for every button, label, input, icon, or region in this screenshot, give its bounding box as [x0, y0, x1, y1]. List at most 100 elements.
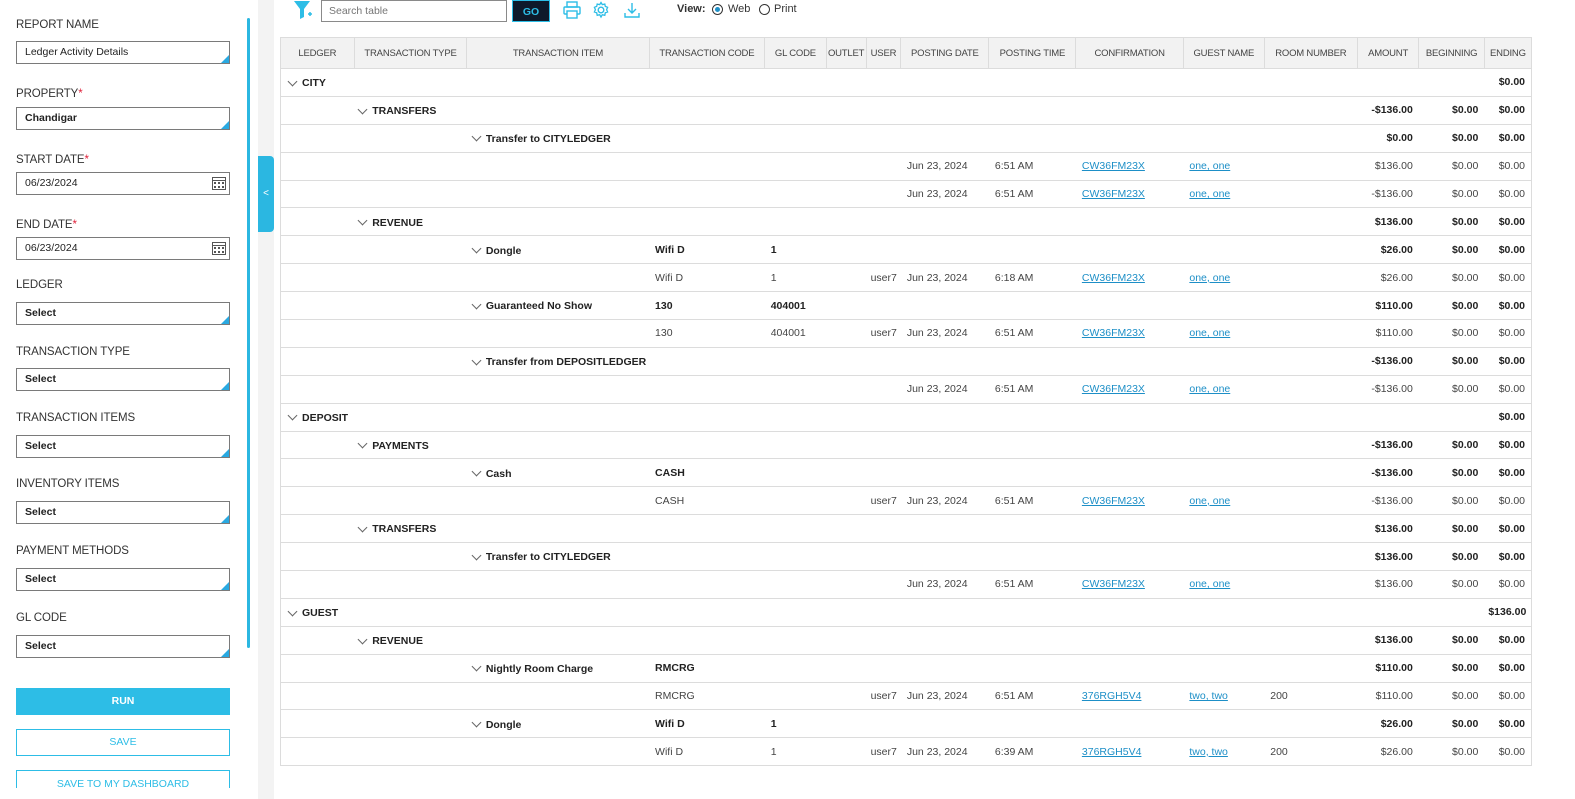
save-to-dashboard-button[interactable]: SAVE TO MY DASHBOARD — [16, 770, 230, 788]
beginning-balance: $0.00 — [1452, 634, 1479, 647]
group-toggle[interactable]: Nightly Room Charge — [471, 661, 593, 675]
guest-name-link[interactable]: two, two — [1189, 746, 1228, 758]
column-header[interactable]: OUTLET — [825, 37, 867, 69]
end-date-value: 06/23/2024 — [25, 242, 78, 254]
guest-name-link[interactable]: one, one — [1189, 495, 1230, 507]
chevron-down-icon[interactable] — [357, 104, 368, 115]
chevron-down-icon[interactable] — [357, 522, 368, 533]
chevron-down-icon[interactable] — [471, 132, 482, 142]
chevron-down-icon[interactable] — [287, 606, 298, 617]
transaction-type-select[interactable]: Select — [16, 368, 230, 391]
column-header[interactable]: GL CODE — [764, 37, 827, 69]
chevron-down-icon[interactable] — [471, 355, 482, 366]
column-header[interactable]: POSTING DATE — [900, 37, 990, 69]
run-button[interactable]: RUN — [16, 688, 230, 715]
column-header[interactable]: GUEST NAME — [1182, 37, 1265, 69]
group-toggle[interactable]: Dongle — [471, 717, 522, 731]
chevron-down-icon[interactable] — [471, 243, 482, 254]
chevron-down-icon[interactable] — [471, 466, 482, 477]
chevron-down-icon[interactable] — [287, 76, 298, 87]
group-toggle[interactable]: GUEST — [287, 606, 338, 619]
confirmation-link[interactable]: CW36FM23X — [1082, 578, 1145, 590]
settings-gear-icon[interactable] — [592, 1, 610, 19]
ending-balance: $136.00 — [1488, 606, 1527, 619]
column-header[interactable]: LEDGER — [280, 37, 355, 69]
confirmation-link[interactable]: CW36FM23X — [1082, 160, 1145, 172]
start-date-field[interactable]: 06/23/2024 — [16, 172, 230, 195]
column-header[interactable]: TRANSACTION CODE — [648, 37, 766, 69]
group-toggle[interactable]: Transfer to CITYLEDGER — [471, 550, 611, 563]
posting-time: 6:51 AM — [994, 188, 1034, 200]
group-label: Dongle — [485, 718, 522, 731]
search-input[interactable] — [321, 0, 507, 22]
confirmation-link[interactable]: 376RGH5V4 — [1082, 690, 1142, 702]
filter-icon[interactable] — [293, 0, 313, 20]
chevron-down-icon[interactable] — [471, 550, 482, 561]
guest-name-link[interactable]: one, one — [1189, 578, 1230, 590]
payment-methods-select[interactable]: Select — [16, 568, 230, 591]
room-number: 200 — [1270, 690, 1288, 703]
group-toggle[interactable]: CITY — [287, 76, 326, 89]
view-web-label[interactable]: Web — [728, 3, 750, 15]
group-toggle[interactable]: REVENUE — [357, 215, 423, 229]
ledger-select[interactable]: Select — [16, 302, 230, 325]
chevron-down-icon[interactable] — [471, 661, 482, 672]
guest-name-link[interactable]: two, two — [1189, 690, 1228, 702]
column-header[interactable]: CONFIRMATION — [1075, 37, 1184, 69]
view-print-radio[interactable] — [759, 4, 770, 15]
group-toggle[interactable]: Transfer from DEPOSITLEDGER — [471, 355, 646, 368]
group-toggle[interactable]: TRANSFERS — [357, 104, 436, 117]
group-toggle[interactable]: Guaranteed No Show — [471, 299, 592, 312]
property-select[interactable]: Chandigar — [16, 107, 230, 130]
confirmation-link[interactable]: CW36FM23X — [1082, 327, 1145, 339]
guest-name-link[interactable]: one, one — [1189, 188, 1230, 200]
column-header[interactable]: USER — [865, 37, 902, 69]
column-header[interactable]: AMOUNT — [1356, 37, 1420, 69]
confirmation-link[interactable]: CW36FM23X — [1082, 272, 1145, 284]
column-header[interactable]: ENDING — [1483, 37, 1533, 69]
guest-name-link[interactable]: one, one — [1189, 327, 1230, 339]
guest-name-link[interactable]: one, one — [1189, 272, 1230, 284]
chevron-down-icon[interactable] — [471, 717, 482, 728]
group-toggle[interactable]: Transfer to CITYLEDGER — [471, 132, 611, 145]
group-toggle[interactable]: TRANSFERS — [357, 522, 436, 535]
calendar-icon[interactable] — [212, 241, 226, 255]
view-web-radio[interactable] — [712, 4, 723, 15]
column-header[interactable]: BEGINNING — [1418, 37, 1485, 69]
guest-name-link[interactable]: one, one — [1189, 383, 1230, 395]
collapse-panel-button[interactable]: < — [258, 156, 274, 232]
chevron-down-icon[interactable] — [287, 410, 298, 421]
beginning-balance: $0.00 — [1452, 717, 1479, 730]
download-icon[interactable] — [623, 1, 641, 19]
ending-balance: $0.00 — [1498, 76, 1525, 89]
chevron-down-icon[interactable] — [357, 634, 368, 644]
gl-code-select[interactable]: Select — [16, 635, 230, 658]
confirmation-link[interactable]: CW36FM23X — [1082, 383, 1145, 395]
inventory-items-select[interactable]: Select — [16, 501, 230, 524]
chevron-down-icon[interactable] — [357, 438, 368, 449]
column-header[interactable]: TRANSACTION ITEM — [466, 37, 650, 69]
group-toggle[interactable]: Dongle — [471, 243, 521, 257]
calendar-icon[interactable] — [212, 176, 226, 190]
column-header[interactable]: ROOM NUMBER — [1263, 37, 1358, 69]
column-header[interactable]: POSTING TIME — [988, 37, 1077, 69]
end-date-field[interactable]: 06/23/2024 — [16, 237, 230, 260]
group-toggle[interactable]: DEPOSIT — [287, 410, 348, 424]
group-toggle[interactable]: Cash — [471, 466, 512, 480]
view-print-label[interactable]: Print — [774, 3, 797, 15]
go-button[interactable]: GO — [512, 0, 550, 22]
confirmation-link[interactable]: 376RGH5V4 — [1082, 746, 1142, 758]
save-button[interactable]: SAVE — [16, 729, 230, 756]
confirmation-link[interactable]: CW36FM23X — [1082, 495, 1145, 507]
chevron-down-icon[interactable] — [471, 299, 482, 310]
confirmation-link[interactable]: CW36FM23X — [1082, 188, 1145, 200]
column-header[interactable]: TRANSACTION TYPE — [353, 37, 468, 69]
panel-scrollbar[interactable] — [247, 18, 250, 648]
report-name-field[interactable]: Ledger Activity Details — [16, 41, 230, 64]
guest-name-link[interactable]: one, one — [1189, 160, 1230, 172]
group-toggle[interactable]: REVENUE — [357, 634, 423, 647]
print-icon[interactable] — [563, 1, 581, 19]
group-toggle[interactable]: PAYMENTS — [357, 438, 429, 452]
chevron-down-icon[interactable] — [357, 215, 368, 226]
transaction-items-select[interactable]: Select — [16, 435, 230, 458]
